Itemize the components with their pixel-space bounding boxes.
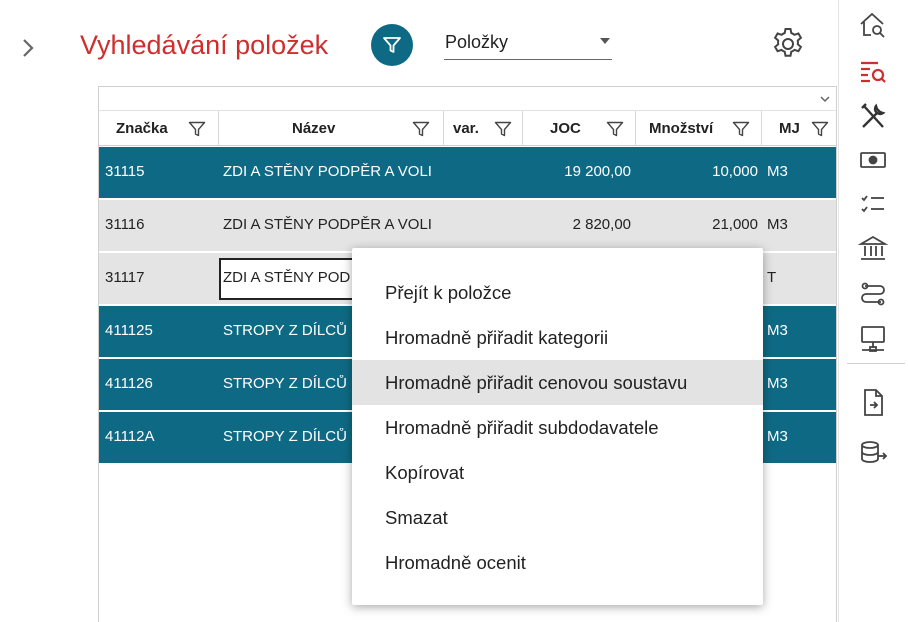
menu-item-copy[interactable]: Kopírovat [352,450,763,495]
column-header-mnozstvi[interactable]: Množství [636,111,762,146]
document-export-icon[interactable] [856,386,890,420]
right-toolbar [838,0,908,622]
column-header-joc[interactable]: JOC [523,111,636,146]
expand-panel-chevron-icon[interactable] [14,34,42,62]
chevron-down-icon [600,38,610,44]
column-header-nazev[interactable]: Název [219,111,444,146]
context-menu: Přejít k položce Hromadně přiřadit kateg… [352,248,763,605]
page-title: Vyhledávání položek [80,30,329,60]
settings-gear-icon[interactable] [768,24,808,64]
column-filter-icon[interactable] [412,120,430,138]
column-header-var[interactable]: var. [444,111,523,146]
menu-item-assign-price-system[interactable]: Hromadně přiřadit cenovou soustavu [352,360,763,405]
monitor-network-icon[interactable] [856,322,890,356]
list-search-icon[interactable] [856,55,890,89]
menu-item-bulk-price[interactable]: Hromadně ocenit [352,540,763,585]
database-transfer-icon[interactable] [856,436,890,470]
grid-header-row: Značka Název var. JOC Množství MJ [99,111,836,146]
grid-toolbar [99,87,836,111]
column-filter-icon[interactable] [732,120,750,138]
bank-icon[interactable] [856,232,890,266]
tools-icon[interactable] [856,100,890,134]
workflow-icon[interactable] [856,278,890,312]
checklist-icon[interactable] [856,188,890,222]
menu-item-assign-subcontractors[interactable]: Hromadně přiřadit subdodavatele [352,405,763,450]
menu-item-go-to-item[interactable]: Přejít k položce [352,270,763,315]
table-row[interactable]: 31115 ZDI A STĚNY PODPĚR A VOLI 19 200,0… [99,147,836,199]
item-type-select-value: Položky [445,32,509,52]
column-filter-icon[interactable] [188,120,206,138]
toolbar-divider [847,363,905,364]
column-filter-icon[interactable] [606,120,624,138]
grid-options-chevron-icon[interactable] [818,91,832,105]
column-filter-icon[interactable] [494,120,512,138]
item-type-select[interactable]: Položky [444,28,612,60]
filter-button[interactable] [371,24,413,66]
menu-item-assign-category[interactable]: Hromadně přiřadit kategorii [352,315,763,360]
column-header-mj[interactable]: MJ [762,111,836,146]
table-row[interactable]: 31116 ZDI A STĚNY PODPĚR A VOLI 2 820,00… [99,200,836,252]
menu-item-delete[interactable]: Smazat [352,495,763,540]
home-search-icon[interactable] [856,8,890,42]
column-filter-icon[interactable] [811,120,829,138]
filter-icon [383,37,401,53]
column-header-znacka[interactable]: Značka [99,111,219,146]
money-icon[interactable] [856,143,890,177]
